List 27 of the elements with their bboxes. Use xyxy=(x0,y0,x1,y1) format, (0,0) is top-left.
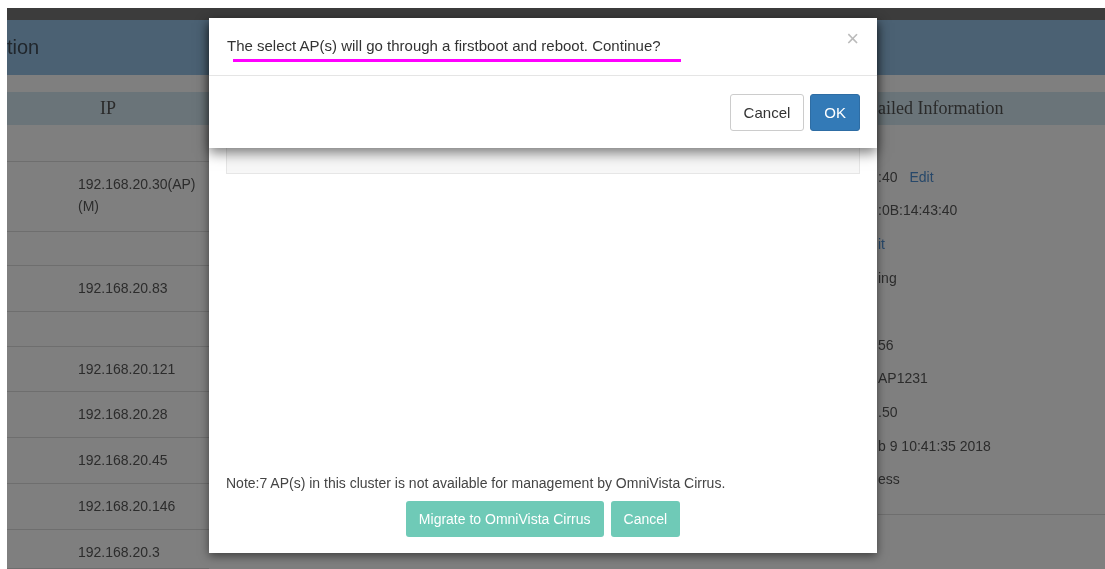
cancel-button[interactable]: Cancel xyxy=(610,501,681,537)
column-header: IP xyxy=(7,92,209,125)
panel-header: ailed Information xyxy=(878,92,1105,125)
cancel-button[interactable]: Cancel xyxy=(729,93,805,131)
detail-value: ess xyxy=(878,471,900,488)
edit-link[interactable]: Edit xyxy=(909,168,934,185)
detail-value: b 9 10:41:35 2018 xyxy=(878,437,991,454)
table-cell-text: 192.168.20.3 xyxy=(78,543,161,562)
detail-value: .50 xyxy=(878,403,898,420)
note-text: Note:7 AP(s) in this cluster is not available for management by OmniVista Cirrus. xyxy=(226,475,727,491)
detail-value: AP1231 xyxy=(878,370,928,387)
table-cell-text: 192.168.20.28 xyxy=(78,405,169,424)
table-cell-text: 192.168.20.121 xyxy=(78,360,177,379)
detail-value: ing xyxy=(878,269,897,286)
table-cell-text: 192.168.20.146 xyxy=(78,497,177,516)
detail-value: :0B:14:43:40 xyxy=(878,202,958,219)
ok-button[interactable]: OK xyxy=(810,93,860,131)
table-cell-text: 192.168.20.30(AP)(M) xyxy=(78,175,197,216)
migrate-button[interactable]: Migrate to OmniVista Cirrus xyxy=(405,501,604,537)
table-cell-text: 192.168.20.45 xyxy=(78,451,169,470)
banner-title: tion xyxy=(7,36,40,59)
table-cell-text: 192.168.20.83 xyxy=(78,279,169,298)
edit-link[interactable]: it xyxy=(878,236,885,252)
detail-value: 56 xyxy=(878,336,894,353)
confirm-message: The select AP(s) will go through a firstboot and reboot. Continue? xyxy=(227,37,662,54)
detail-value: :40 xyxy=(878,168,898,185)
close-button[interactable]: × xyxy=(846,26,859,52)
